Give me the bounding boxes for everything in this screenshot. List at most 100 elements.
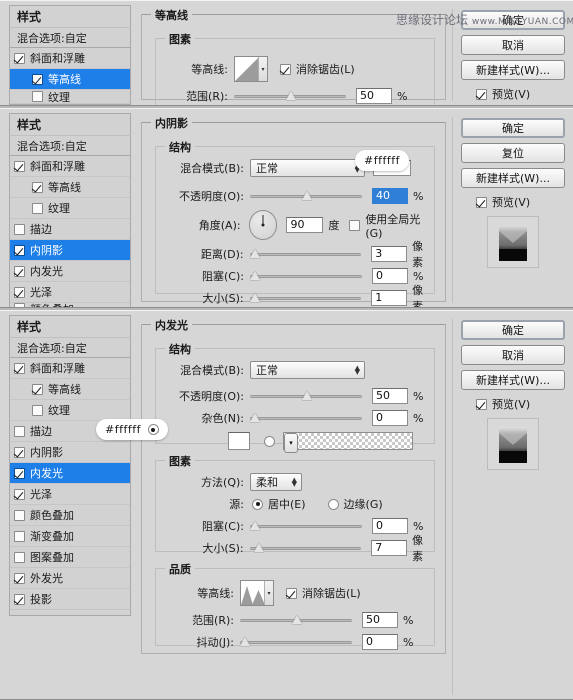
ok-button[interactable]: 确定	[461, 320, 565, 340]
slider-thumb[interactable]	[240, 637, 251, 647]
noise-input[interactable]: 0	[372, 410, 408, 426]
preview-checkbox-group[interactable]: 预览(V)	[476, 396, 530, 412]
sidebar-item-drop-shadow[interactable]: 投影	[10, 589, 130, 610]
checkbox-contour[interactable]	[32, 73, 43, 85]
noise-slider[interactable]	[250, 411, 362, 425]
checkbox-texture[interactable]	[32, 404, 43, 416]
checkbox-pattern-overlay[interactable]	[14, 551, 25, 563]
sidebar-item-satin[interactable]: 光泽	[10, 282, 130, 303]
glow-gradient-picker[interactable]: ▾	[283, 432, 413, 453]
angle-dial[interactable]	[248, 210, 278, 240]
checkbox-contour[interactable]	[32, 383, 43, 395]
angle-input[interactable]: 90	[286, 217, 324, 233]
sidebar-item-texture[interactable]: 纹理	[10, 90, 130, 104]
checkbox-bevel[interactable]	[14, 160, 25, 172]
sidebar-item-gradient-overlay[interactable]: 渐变叠加	[10, 526, 130, 547]
checkbox-preview[interactable]	[476, 88, 487, 100]
sidebar-item-bevel[interactable]: 斜面和浮雕	[10, 156, 130, 177]
checkbox-global-light[interactable]	[349, 219, 361, 231]
range-input[interactable]: 50	[362, 612, 398, 628]
checkbox-bevel[interactable]	[14, 362, 25, 374]
sidebar-item-texture[interactable]: 纹理	[10, 400, 130, 421]
blending-options-row[interactable]: 混合选项:自定	[9, 27, 131, 48]
checkbox-inner-shadow[interactable]	[14, 446, 25, 458]
slider-thumb[interactable]	[250, 293, 261, 303]
chevron-down-icon[interactable]: ▾	[284, 433, 298, 453]
checkbox-preview[interactable]	[476, 398, 487, 410]
checkbox-inner-glow[interactable]	[14, 265, 25, 277]
range-input[interactable]: 50	[356, 88, 392, 104]
global-light-checkbox-group[interactable]: 使用全局光(G)	[349, 211, 434, 240]
preview-checkbox-group[interactable]: 预览(V)	[476, 86, 530, 102]
size-slider[interactable]	[249, 541, 362, 555]
opacity-input[interactable]: 40	[372, 188, 408, 204]
chevron-down-icon[interactable]: ▾	[258, 57, 267, 81]
stepper-arrows-icon[interactable]: ▲▼	[292, 477, 297, 488]
checkbox-stroke[interactable]	[14, 223, 25, 235]
sidebar-item-color-overlay[interactable]: 颜色叠加	[10, 505, 130, 526]
checkbox-satin[interactable]	[14, 488, 25, 500]
slider-thumb[interactable]	[302, 391, 313, 401]
sidebar-item-outer-glow[interactable]: 外发光	[10, 568, 130, 589]
size-input[interactable]: 1	[371, 290, 408, 306]
radio-source-center[interactable]	[252, 498, 263, 510]
checkbox-antialias[interactable]	[280, 63, 291, 75]
slider-thumb[interactable]	[286, 91, 297, 101]
radio-source-edge[interactable]	[327, 498, 339, 510]
checkbox-inner-shadow[interactable]	[14, 244, 25, 256]
sidebar-item-contour[interactable]: 等高线	[10, 379, 130, 400]
range-slider[interactable]	[240, 613, 352, 627]
choke-slider[interactable]	[250, 519, 362, 533]
checkbox-preview[interactable]	[476, 196, 487, 208]
new-style-button[interactable]: 新建样式(W)...	[461, 60, 565, 80]
chevron-down-icon[interactable]: ▾	[264, 581, 273, 605]
opacity-slider[interactable]	[250, 389, 362, 403]
contour-preview-button[interactable]: ▾	[234, 56, 268, 82]
sidebar-item-texture[interactable]: 纹理	[10, 198, 130, 219]
slider-thumb[interactable]	[250, 249, 261, 259]
range-slider[interactable]	[234, 89, 346, 103]
preview-checkbox-group[interactable]: 预览(V)	[476, 194, 530, 210]
checkbox-color-overlay[interactable]	[14, 509, 25, 521]
blend-mode-select[interactable]: 正常 ▲▼	[250, 159, 365, 177]
sidebar-item-pattern-overlay[interactable]: 图案叠加	[10, 547, 130, 568]
sidebar-item-contour[interactable]: 等高线	[10, 69, 130, 90]
choke-input[interactable]: 0	[372, 268, 408, 284]
checkbox-drop-shadow[interactable]	[14, 593, 25, 605]
reset-button[interactable]: 复位	[461, 143, 565, 163]
technique-select[interactable]: 柔和 ▲ ▼	[250, 473, 302, 491]
choke-slider[interactable]	[250, 269, 362, 283]
sidebar-item-satin[interactable]: 光泽	[10, 484, 130, 505]
new-style-button[interactable]: 新建样式(W)...	[461, 370, 565, 390]
antialias-checkbox-group[interactable]: 消除锯齿(L)	[286, 585, 361, 601]
slider-thumb[interactable]	[250, 413, 261, 423]
jitter-input[interactable]: 0	[362, 634, 398, 650]
checkbox-gradient-overlay[interactable]	[14, 530, 25, 542]
sidebar-item-inner-shadow[interactable]: 内阴影	[10, 442, 130, 463]
distance-input[interactable]: 3	[371, 246, 408, 262]
contour-preview-button[interactable]: ▾	[240, 580, 274, 606]
checkbox-contour[interactable]	[32, 181, 43, 193]
sidebar-item-bevel[interactable]: 斜面和浮雕	[10, 358, 130, 379]
new-style-button[interactable]: 新建样式(W)...	[461, 168, 565, 188]
stepper-arrows-icon[interactable]: ▲▼	[355, 365, 360, 376]
checkbox-bevel[interactable]	[14, 52, 25, 64]
sidebar-item-inner-shadow[interactable]: 内阴影	[10, 240, 130, 261]
sidebar-item-inner-glow[interactable]: 内发光	[10, 261, 130, 282]
checkbox-outer-glow[interactable]	[14, 572, 25, 584]
slider-thumb[interactable]	[302, 191, 313, 201]
checkbox-stroke[interactable]	[14, 425, 25, 437]
radio-solid-color[interactable]	[147, 424, 159, 435]
checkbox-texture[interactable]	[32, 91, 43, 102]
glow-color-swatch[interactable]	[228, 432, 250, 450]
blending-options-row[interactable]: 混合选项:自定	[9, 337, 131, 358]
radio-gradient[interactable]	[264, 435, 275, 447]
sidebar-item-inner-glow[interactable]: 内发光	[10, 463, 130, 484]
radio-center-group[interactable]: 居中(E)	[252, 496, 306, 512]
checkbox-color-overlay[interactable]	[14, 303, 25, 307]
sidebar-item-color-overlay[interactable]: 颜色叠加	[10, 303, 130, 307]
slider-thumb[interactable]	[250, 521, 261, 531]
antialias-checkbox-group[interactable]: 消除锯齿(L)	[280, 61, 355, 77]
choke-input[interactable]: 0	[372, 518, 408, 534]
checkbox-satin[interactable]	[14, 286, 25, 298]
